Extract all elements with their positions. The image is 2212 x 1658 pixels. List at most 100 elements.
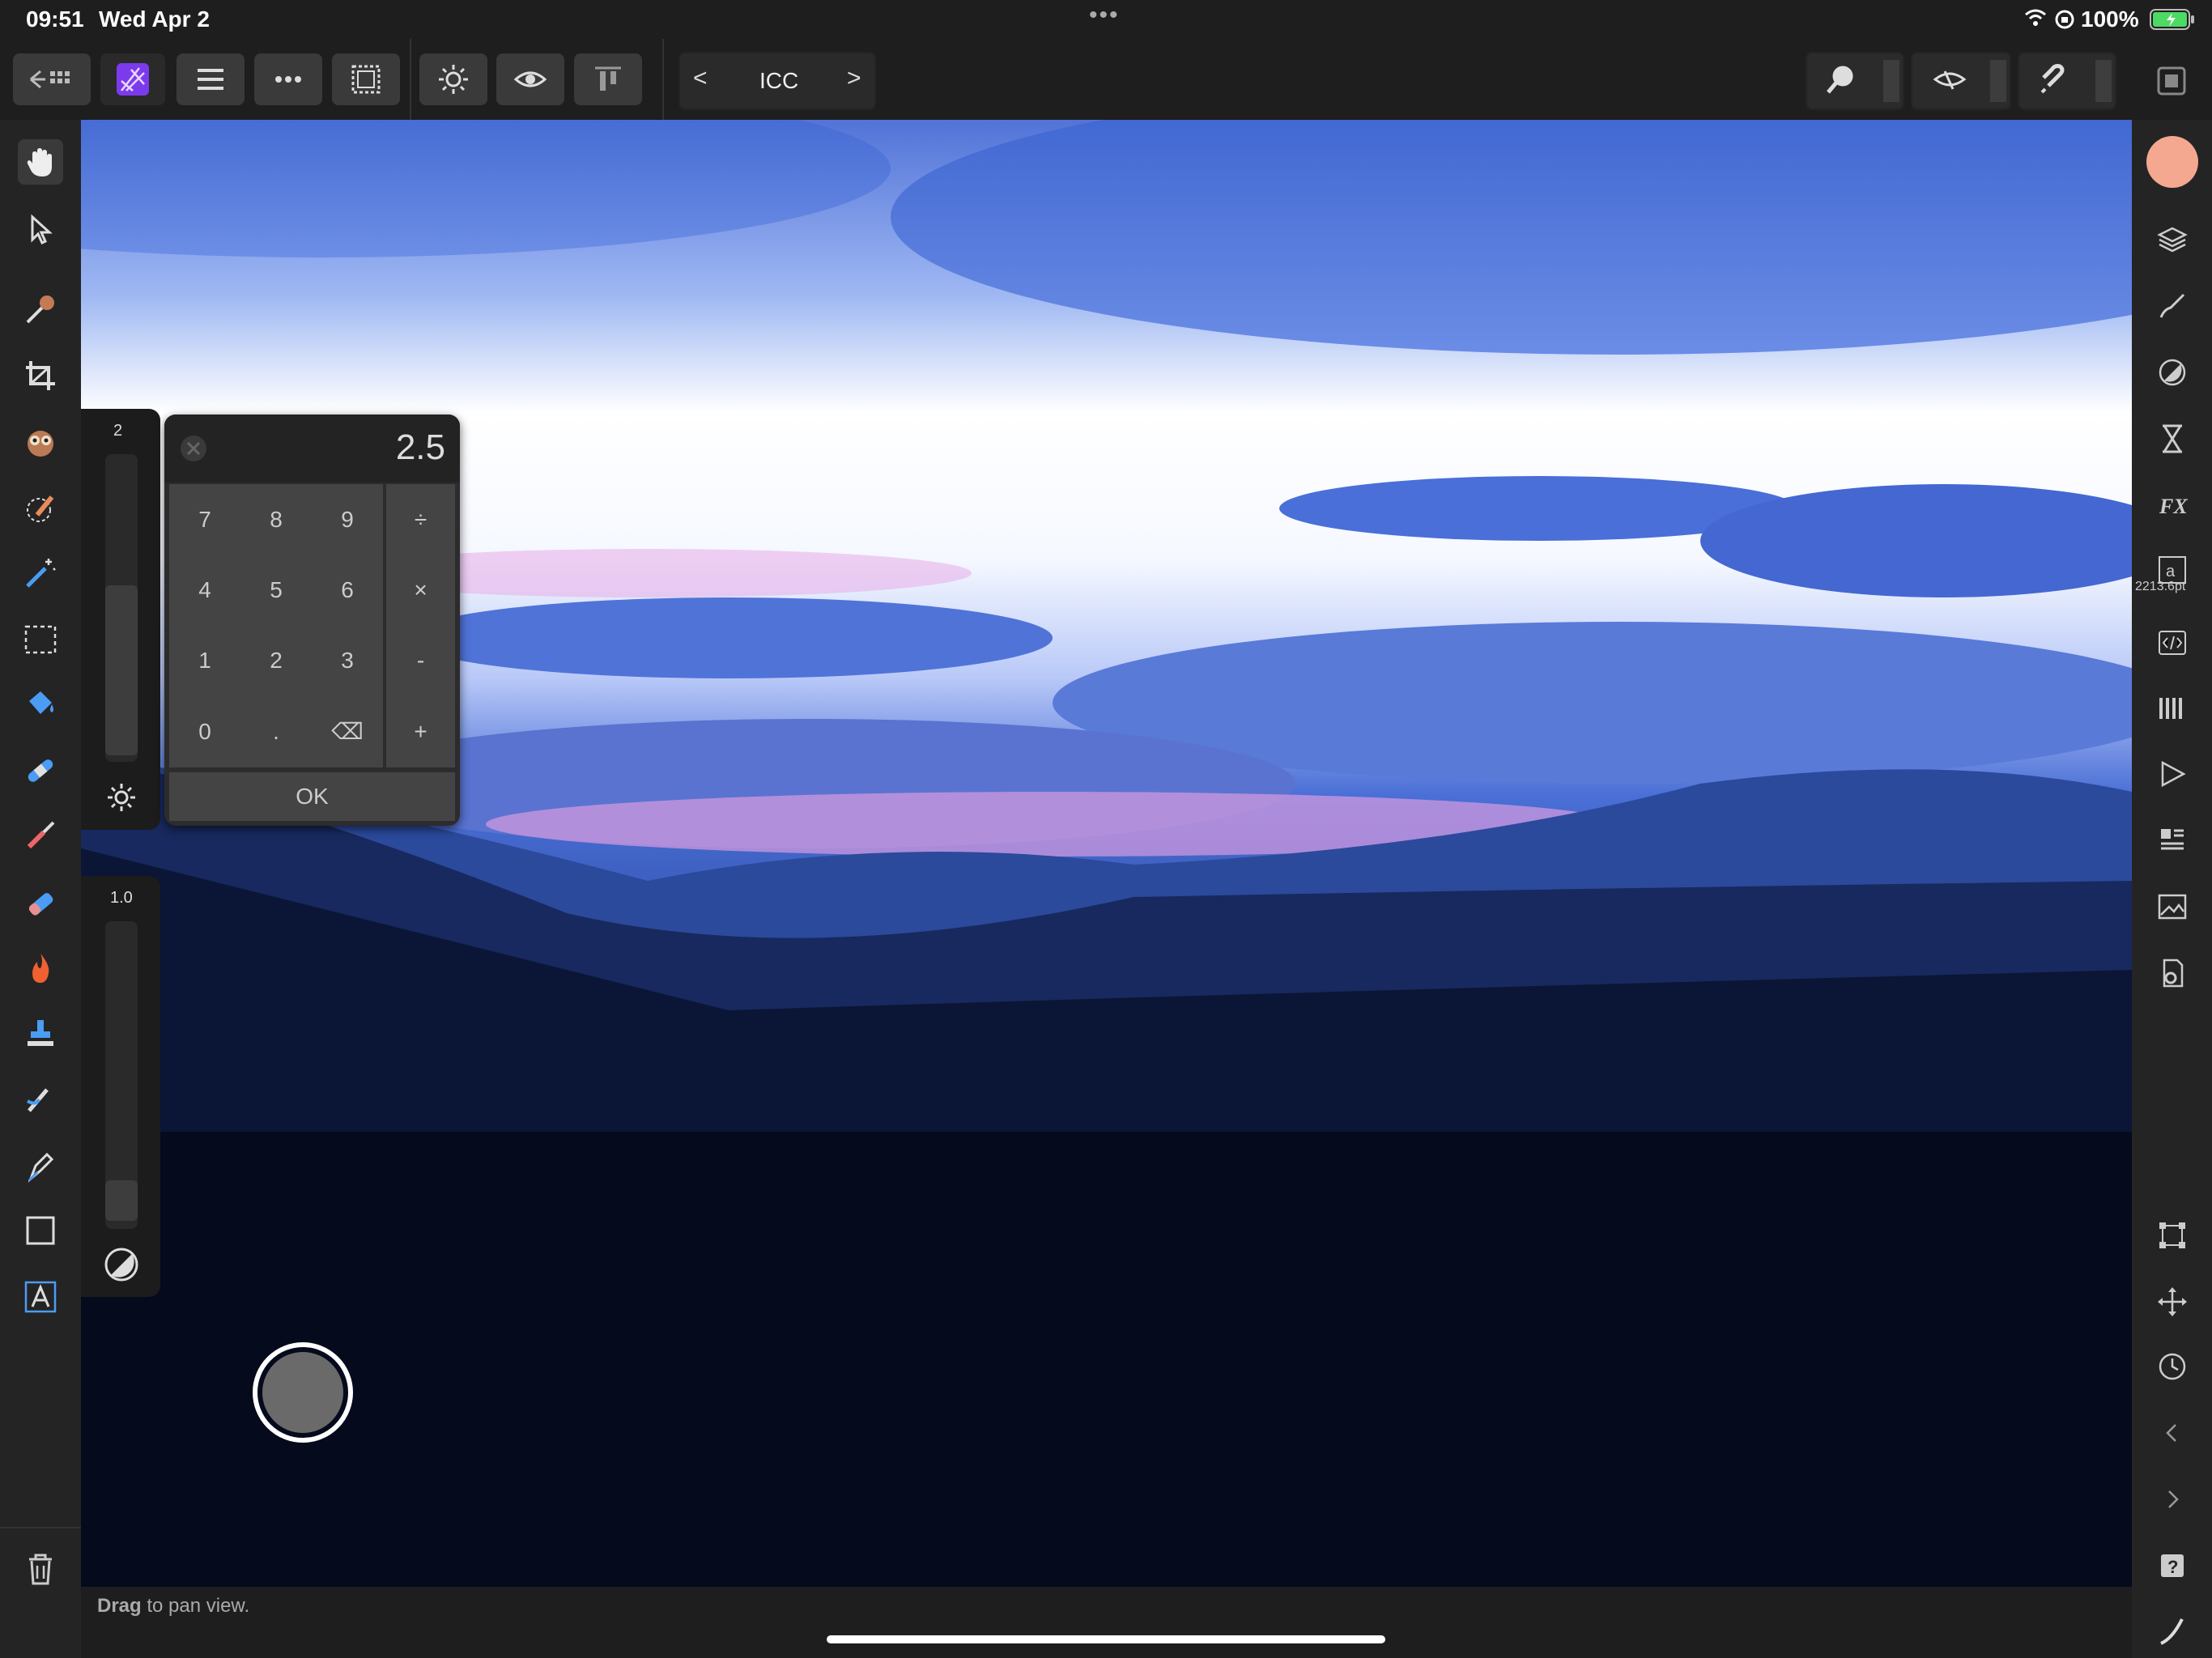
- close-circle-icon[interactable]: [179, 434, 208, 463]
- calc-key[interactable]: +: [383, 695, 455, 767]
- calc-key[interactable]: 6: [312, 555, 383, 625]
- zoom-group[interactable]: [1806, 52, 1904, 110]
- calc-key[interactable]: 5: [240, 555, 312, 625]
- transform-button[interactable]: [2151, 1214, 2193, 1256]
- tool-hand[interactable]: [18, 139, 63, 185]
- studio-adjustments[interactable]: [2151, 351, 2193, 393]
- studio-layers[interactable]: [2151, 219, 2193, 261]
- persona-next-button[interactable]: >: [847, 65, 861, 92]
- calc-key[interactable]: ⌫: [312, 695, 383, 767]
- width-slider-thumb[interactable]: [105, 585, 138, 755]
- slider-top-value: 2: [113, 422, 123, 440]
- hint-description: to pan view.: [141, 1595, 250, 1617]
- studio-effects[interactable]: FX: [2151, 484, 2193, 526]
- view-mode-group[interactable]: [1911, 52, 2011, 110]
- adjustments-button[interactable]: [419, 53, 487, 105]
- rectangle-marquee-icon: [24, 625, 57, 654]
- app-menu-button[interactable]: [100, 53, 165, 105]
- tool-clone[interactable]: [18, 1012, 63, 1057]
- quick-shutter-button[interactable]: [253, 1342, 353, 1443]
- snapping-group[interactable]: [2018, 52, 2116, 110]
- opacity-slider-thumb[interactable]: [105, 1180, 138, 1221]
- back-to-documents-button[interactable]: [13, 53, 91, 105]
- tool-text[interactable]: [18, 1274, 63, 1320]
- tool-healing[interactable]: [18, 748, 63, 793]
- tool-marquee[interactable]: [18, 617, 63, 662]
- history-button[interactable]: [2151, 1346, 2193, 1388]
- calc-key[interactable]: 7: [169, 484, 240, 555]
- calc-key[interactable]: ÷: [383, 484, 455, 555]
- selection-button[interactable]: [332, 53, 400, 105]
- opacity-slider-track[interactable]: [105, 921, 138, 1229]
- calc-key[interactable]: -: [383, 625, 455, 695]
- align-button[interactable]: [574, 53, 642, 105]
- multitask-dots[interactable]: •••: [1089, 2, 1120, 29]
- minimize-icon: [2157, 66, 2186, 96]
- width-slider-track[interactable]: [105, 454, 138, 762]
- calc-key[interactable]: 3: [312, 625, 383, 695]
- tool-flood-select[interactable]: [18, 551, 63, 596]
- tool-paint-brush[interactable]: [18, 813, 63, 858]
- crop-icon: [26, 361, 55, 390]
- tool-burn[interactable]: [18, 946, 63, 991]
- snapping-dropdown[interactable]: [2095, 60, 2112, 102]
- home-indicator[interactable]: [827, 1635, 1385, 1643]
- chevron-left-icon: [2166, 1424, 2176, 1442]
- image-icon: [2158, 894, 2187, 920]
- calc-key[interactable]: 8: [240, 484, 312, 555]
- top-toolbar: < ICC >: [0, 39, 2212, 120]
- persona-label[interactable]: ICC: [759, 68, 798, 94]
- tool-selection-brush[interactable]: [18, 486, 63, 531]
- brush-icon: [2159, 293, 2185, 318]
- calc-key[interactable]: 2: [240, 625, 312, 695]
- eraser-icon: [28, 893, 53, 916]
- flame-icon: [32, 954, 49, 983]
- tool-smudge[interactable]: [18, 1077, 63, 1122]
- studio-history[interactable]: [2151, 418, 2193, 460]
- redo-button[interactable]: [2151, 1478, 2193, 1520]
- persona-navigator: < ICC >: [678, 52, 876, 110]
- studio-macros[interactable]: [2151, 622, 2193, 664]
- zoom-dropdown[interactable]: [1883, 60, 1899, 102]
- calc-key[interactable]: 1: [169, 625, 240, 695]
- studio-brushes[interactable]: [2151, 285, 2193, 327]
- brush-width-slider-panel: 2: [81, 409, 160, 830]
- document-canvas[interactable]: [81, 120, 2132, 1587]
- calc-key[interactable]: .: [240, 695, 312, 767]
- studio-document-settings[interactable]: [2151, 952, 2193, 994]
- calc-key[interactable]: 0: [169, 695, 240, 767]
- marquee-icon: [351, 65, 381, 94]
- tool-develop[interactable]: [18, 419, 63, 465]
- more-button[interactable]: [254, 53, 322, 105]
- move-button[interactable]: [2151, 1281, 2193, 1323]
- sun-icon: [108, 784, 135, 811]
- persona-prev-button[interactable]: <: [693, 65, 708, 92]
- calculator-keypad: 7 8 9 ÷ 4 5 6 × 1 2 3- 0. ⌫ +: [169, 484, 455, 767]
- view-button[interactable]: [496, 53, 564, 105]
- calc-key[interactable]: 9: [312, 484, 383, 555]
- calculator-ok-button[interactable]: OK: [169, 772, 455, 821]
- menu-button[interactable]: [177, 53, 245, 105]
- tool-pen[interactable]: [18, 1143, 63, 1188]
- tool-move[interactable]: [18, 207, 63, 253]
- tool-crop[interactable]: [18, 353, 63, 398]
- studio-stock[interactable]: [2151, 886, 2193, 928]
- tool-rectangle[interactable]: [18, 1208, 63, 1253]
- calc-key[interactable]: ×: [383, 555, 455, 625]
- delete-button[interactable]: [18, 1546, 63, 1592]
- calc-key[interactable]: 4: [169, 555, 240, 625]
- view-mode-dropdown[interactable]: [1990, 60, 2006, 102]
- tool-erase[interactable]: [18, 881, 63, 926]
- assistant-button[interactable]: [2151, 1609, 2193, 1652]
- help-button[interactable]: ?: [2151, 1545, 2193, 1587]
- tool-color-picker[interactable]: [18, 287, 63, 332]
- tool-fill[interactable]: [18, 682, 63, 727]
- studio-actions[interactable]: [2151, 753, 2193, 795]
- studio-navigator[interactable]: [2151, 819, 2193, 861]
- primary-color-swatch[interactable]: [2146, 136, 2198, 188]
- collapse-toolbar-button[interactable]: [2155, 65, 2188, 97]
- studio-channels[interactable]: [2151, 687, 2193, 729]
- undo-button[interactable]: [2151, 1412, 2193, 1454]
- calculator-value: 2.5: [395, 427, 445, 467]
- wifi-icon: [2024, 8, 2047, 32]
